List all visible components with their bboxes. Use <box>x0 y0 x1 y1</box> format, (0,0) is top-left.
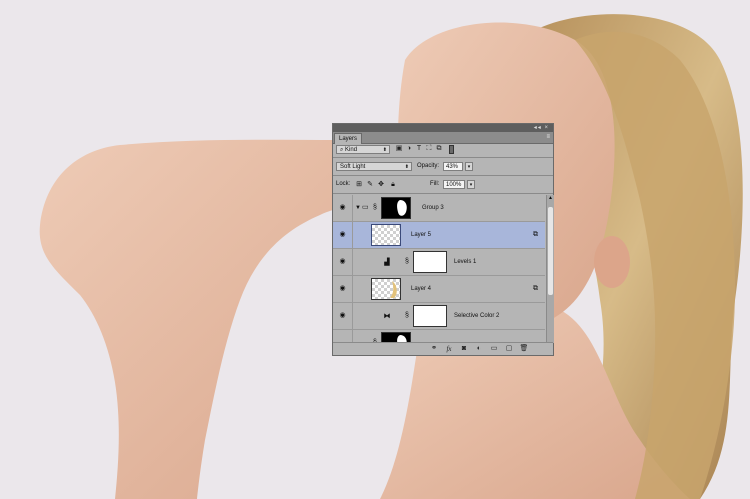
smart-object-icon: ⧉ <box>533 285 538 292</box>
thumbnail-content <box>390 281 397 298</box>
tab-row: Layers ≡ <box>333 132 553 144</box>
layers-panel: ◂◂ × Layers ≡ ⌕ Kind ⬍ ▣ ◑ T ⛶ ⧉ Soft Li… <box>332 123 554 356</box>
layer-row-selective-color-2[interactable]: ◉ ⧓ § Selective Color 2 <box>333 303 545 330</box>
layer-name: Layer 5 <box>411 232 432 238</box>
lock-label: Lock: <box>336 181 351 187</box>
lock-transparent-pixels-icon[interactable]: ⊞ <box>355 180 363 189</box>
type-filter-icon[interactable]: T <box>415 145 423 153</box>
fill-label: Fill: <box>430 181 440 187</box>
new-group-icon[interactable]: ▭ <box>489 344 499 354</box>
divider <box>352 195 353 222</box>
layer-name: Levels 1 <box>454 259 477 265</box>
group-mask-thumbnail[interactable] <box>381 197 411 219</box>
mask-thumbnail[interactable] <box>413 305 447 327</box>
lock-all-icon[interactable]: 🔒︎ <box>389 180 397 189</box>
filter-kind-label: Kind <box>345 147 358 153</box>
lock-row: Lock: ⊞ ✎ ✥ 🔒︎ Fill: 100% ▾ <box>333 180 553 190</box>
layer-row-levels-1[interactable]: ◉ ▟ § Levels 1 <box>333 249 545 276</box>
visibility-eye-icon[interactable]: ◉ <box>338 285 347 293</box>
divider <box>333 175 553 176</box>
filter-toggle-switch[interactable] <box>449 145 454 154</box>
visibility-eye-icon[interactable]: ◉ <box>338 204 347 212</box>
link-layers-icon[interactable]: ⚭ <box>429 344 439 354</box>
mask-thumbnail[interactable] <box>413 251 447 273</box>
layer-row-layer-4[interactable]: ◉ Layer 4 ⧉ <box>333 276 545 303</box>
blend-row: Soft Light ⬍ Opacity: 43% ▾ <box>333 162 553 172</box>
lock-image-pixels-icon[interactable]: ✎ <box>366 180 374 189</box>
opacity-input[interactable]: 43% <box>443 162 463 171</box>
expand-triangle-icon[interactable]: ▼ <box>355 204 361 212</box>
shape-filter-icon[interactable]: ⛶ <box>425 145 433 153</box>
visibility-eye-icon[interactable]: ◉ <box>338 258 347 266</box>
layers-bottom-toolbar: ⚭ fx ◙ ◐ ▭ ▢ 🗑︎ <box>333 342 553 355</box>
divider <box>352 276 353 303</box>
layer-name: Layer 4 <box>411 286 432 292</box>
layer-name: Selective Color 2 <box>454 313 500 319</box>
layer-list-scrollbar[interactable]: ▲ <box>546 195 554 343</box>
dropdown-arrow-icon: ⬍ <box>382 147 387 153</box>
lock-position-icon[interactable]: ✥ <box>377 180 385 189</box>
add-mask-icon[interactable]: ◙ <box>459 344 469 354</box>
opacity-label: Opacity: <box>417 163 440 169</box>
ear-shape <box>594 236 630 288</box>
link-icon[interactable]: § <box>405 312 409 320</box>
scroll-up-arrow-icon[interactable]: ▲ <box>547 195 554 202</box>
divider <box>352 303 353 330</box>
layer-thumbnail[interactable] <box>371 278 401 300</box>
selective-color-adjustment-icon[interactable]: ⧓ <box>381 312 393 321</box>
divider <box>352 222 353 249</box>
blend-mode-value: Soft Light <box>340 164 366 170</box>
new-adjustment-layer-icon[interactable]: ◐ <box>474 344 484 354</box>
fill-input[interactable]: 100% <box>443 180 465 189</box>
layer-row-layer-5[interactable]: ◉ Layer 5 ⧉ <box>333 222 545 249</box>
layer-style-fx-icon[interactable]: fx <box>444 344 454 354</box>
visibility-eye-icon[interactable]: ◉ <box>338 231 347 239</box>
new-layer-icon[interactable]: ▢ <box>504 344 514 354</box>
layer-row-group-3[interactable]: ◉ ▼ ▭ § Group 3 <box>333 195 545 222</box>
divider <box>333 157 553 158</box>
panel-titlebar[interactable]: ◂◂ × <box>333 124 553 132</box>
filter-kind-dropdown[interactable]: ⌕ Kind ⬍ <box>336 145 390 154</box>
link-icon[interactable]: § <box>405 258 409 266</box>
divider <box>352 249 353 276</box>
divider <box>333 193 553 194</box>
scrollbar-thumb[interactable] <box>548 207 553 295</box>
folder-icon: ▭ <box>362 204 369 211</box>
image-filter-icon[interactable]: ▣ <box>395 145 403 153</box>
panel-menu-icon[interactable]: ≡ <box>546 133 550 141</box>
blend-mode-dropdown[interactable]: Soft Light ⬍ <box>336 162 412 171</box>
link-icon[interactable]: § <box>373 204 377 212</box>
delete-layer-icon[interactable]: 🗑︎ <box>519 344 529 354</box>
mask-shape <box>397 200 407 216</box>
visibility-eye-icon[interactable]: ◉ <box>338 312 347 320</box>
smart-object-icon: ⧉ <box>533 231 538 238</box>
adjustment-filter-icon[interactable]: ◑ <box>405 145 413 153</box>
filter-row: ⌕ Kind ⬍ ▣ ◑ T ⛶ ⧉ <box>333 145 553 155</box>
tab-layers[interactable]: Layers <box>334 133 363 144</box>
layer-thumbnail[interactable] <box>371 224 401 246</box>
smart-object-filter-icon[interactable]: ⧉ <box>435 145 443 153</box>
dropdown-arrow-icon: ⬍ <box>404 164 409 170</box>
opacity-slider-button[interactable]: ▾ <box>465 162 473 171</box>
fill-slider-button[interactable]: ▾ <box>467 180 475 189</box>
layer-name: Group 3 <box>422 205 444 211</box>
levels-adjustment-icon[interactable]: ▟ <box>381 258 393 267</box>
layer-list[interactable]: ◉ ▼ ▭ § Group 3 ◉ Layer 5 ⧉ ◉ ▟ § Levels… <box>333 195 545 343</box>
collapse-close-buttons[interactable]: ◂◂ × <box>534 124 549 132</box>
